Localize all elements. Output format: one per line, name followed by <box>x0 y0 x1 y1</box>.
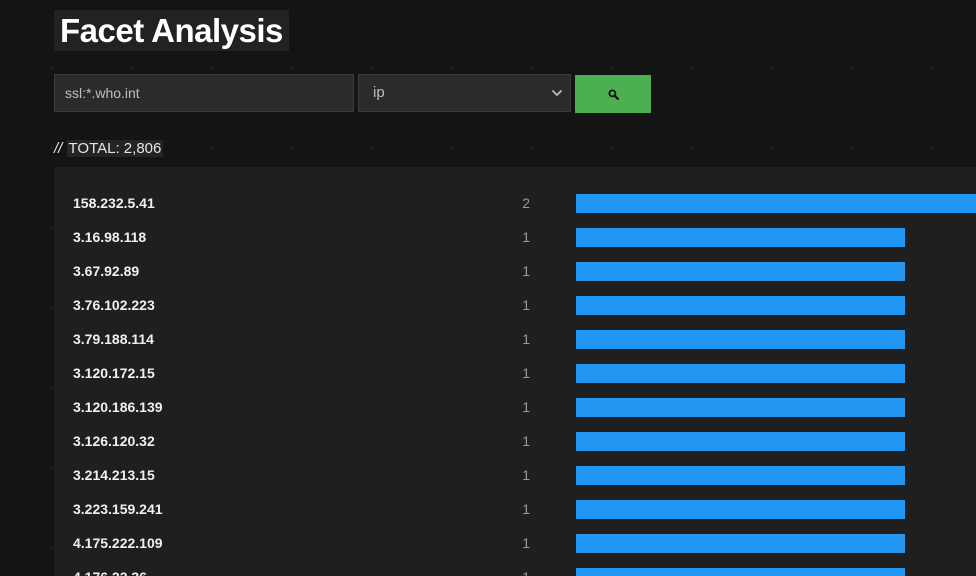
ip-label[interactable]: 3.223.159.241 <box>73 501 163 517</box>
table-row: 3.79.188.114 1 <box>54 322 976 356</box>
count-bar[interactable] <box>576 466 905 485</box>
facet-results-panel: 158.232.5.41 2 3.16.98.118 1 3.67.92.89 1 3.76… <box>54 167 976 576</box>
count-bar[interactable] <box>576 228 905 247</box>
table-row: 3.16.98.118 1 <box>54 220 976 254</box>
count-label: 2 <box>522 195 530 211</box>
table-row: 3.120.186.139 1 <box>54 390 976 424</box>
ip-label[interactable]: 3.76.102.223 <box>73 297 155 313</box>
count-bar[interactable] <box>576 568 905 576</box>
ip-label[interactable]: 3.126.120.32 <box>73 433 155 449</box>
count-label: 1 <box>522 467 530 483</box>
total-label: TOTAL: 2,806 <box>66 140 164 157</box>
table-row: 3.67.92.89 1 <box>54 254 976 288</box>
page-title: Facet Analysis <box>54 10 289 51</box>
count-label: 1 <box>522 297 530 313</box>
count-label: 1 <box>494 569 530 576</box>
search-button[interactable] <box>575 75 651 113</box>
count-bar[interactable] <box>576 500 905 519</box>
table-row: 3.214.213.15 1 <box>54 458 976 492</box>
table-row: 3.76.102.223 1 <box>54 288 976 322</box>
total-prefix: // <box>54 140 63 157</box>
search-input[interactable] <box>54 74 354 112</box>
table-row: 3.223.159.241 1 <box>54 492 976 526</box>
count-label: 1 <box>522 433 530 449</box>
search-icon <box>607 88 619 100</box>
count-label: 1 <box>522 229 530 245</box>
count-bar[interactable] <box>576 194 976 213</box>
count-bar[interactable] <box>576 296 905 315</box>
count-label: 1 <box>522 263 530 279</box>
count-label: 1 <box>522 331 530 347</box>
count-bar[interactable] <box>576 364 905 383</box>
count-label: 1 <box>522 399 530 415</box>
count-bar[interactable] <box>576 432 905 451</box>
count-label: 1 <box>522 501 530 517</box>
ip-label[interactable]: 4.176.22.36 <box>73 569 147 576</box>
ip-label[interactable]: 3.79.188.114 <box>73 331 154 347</box>
facet-select[interactable]: ip <box>358 74 571 112</box>
ip-label[interactable]: 158.232.5.41 <box>73 195 155 211</box>
ip-label[interactable]: 3.214.213.15 <box>73 467 155 483</box>
table-row: 3.120.172.15 1 <box>54 356 976 390</box>
chevron-down-icon <box>552 90 562 96</box>
count-bar[interactable] <box>576 330 905 349</box>
count-bar[interactable] <box>576 262 905 281</box>
table-row: 158.232.5.41 2 <box>54 186 976 220</box>
table-row: 4.175.222.109 1 <box>54 526 976 560</box>
count-bar[interactable] <box>576 534 905 553</box>
count-label: 1 <box>522 365 530 381</box>
table-row: 4.176.22.36 1 <box>54 560 976 576</box>
ip-label[interactable]: 3.67.92.89 <box>73 263 139 279</box>
ip-label[interactable]: 3.16.98.118 <box>73 229 146 245</box>
ip-label[interactable]: 3.120.172.15 <box>73 365 155 381</box>
count-label: 1 <box>522 535 530 551</box>
facet-select-value: ip <box>373 84 385 101</box>
count-bar[interactable] <box>576 398 905 417</box>
ip-label[interactable]: 4.175.222.109 <box>73 535 163 551</box>
ip-label[interactable]: 3.120.186.139 <box>73 399 163 415</box>
total-count: // TOTAL: 2,806 <box>54 140 164 157</box>
table-row: 3.126.120.32 1 <box>54 424 976 458</box>
